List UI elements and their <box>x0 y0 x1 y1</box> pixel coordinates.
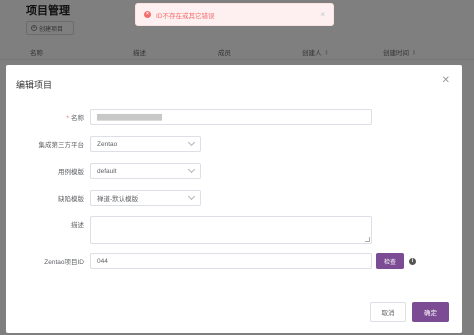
description-textarea[interactable] <box>90 216 372 244</box>
dialog-title: 编辑项目 <box>16 80 53 90</box>
required-mark: * <box>66 115 69 122</box>
info-icon[interactable]: i <box>409 257 416 265</box>
check-button[interactable]: 检查 <box>376 253 404 269</box>
chevron-down-icon <box>187 138 196 147</box>
zentao-id-input[interactable]: 044 <box>90 253 372 269</box>
description-label: 描述 <box>71 222 84 229</box>
cancel-button[interactable]: 取消 <box>370 302 406 322</box>
name-label: * 名称 <box>66 115 84 122</box>
chevron-down-icon <box>187 192 196 201</box>
case-template-select[interactable]: default <box>90 163 201 179</box>
error-icon: × <box>144 11 151 18</box>
close-icon[interactable]: ✕ <box>442 75 450 86</box>
form-row-case-template: 用例模版 default <box>6 163 201 179</box>
close-icon[interactable]: × <box>320 10 325 19</box>
issue-template-select[interactable]: 禅道-默认模版 <box>90 190 201 206</box>
chevron-down-icon <box>187 165 196 174</box>
issue-template-label: 缺陷模版 <box>58 196 84 203</box>
form-row-issue-template: 缺陷模版 禅道-默认模版 <box>6 190 201 206</box>
edit-project-dialog: 编辑项目 ✕ * 名称 ▇▇▇▇▇▇▇▇▇▇▇▇▇ 集成第三方平台 Zentao … <box>6 65 462 333</box>
confirm-button[interactable]: 确定 <box>412 302 449 322</box>
form-row-zentao-id: Zentao项目ID 044 检查 i <box>6 253 416 269</box>
toast-message: ID不存在或其它错误 <box>156 12 215 20</box>
zentao-id-label: Zentao项目ID <box>44 259 84 266</box>
form-row-name: * 名称 ▇▇▇▇▇▇▇▇▇▇▇▇▇ <box>6 109 372 125</box>
error-toast: × ID不存在或其它错误 × <box>135 3 334 26</box>
platform-label: 集成第三方平台 <box>38 142 85 149</box>
form-row-platform: 集成第三方平台 Zentao <box>6 136 201 152</box>
case-template-label: 用例模版 <box>58 169 84 176</box>
resize-handle[interactable] <box>365 237 370 242</box>
name-input[interactable]: ▇▇▇▇▇▇▇▇▇▇▇▇▇ <box>90 109 372 125</box>
platform-select[interactable]: Zentao <box>90 136 201 152</box>
form-row-description: 描述 <box>6 216 372 244</box>
